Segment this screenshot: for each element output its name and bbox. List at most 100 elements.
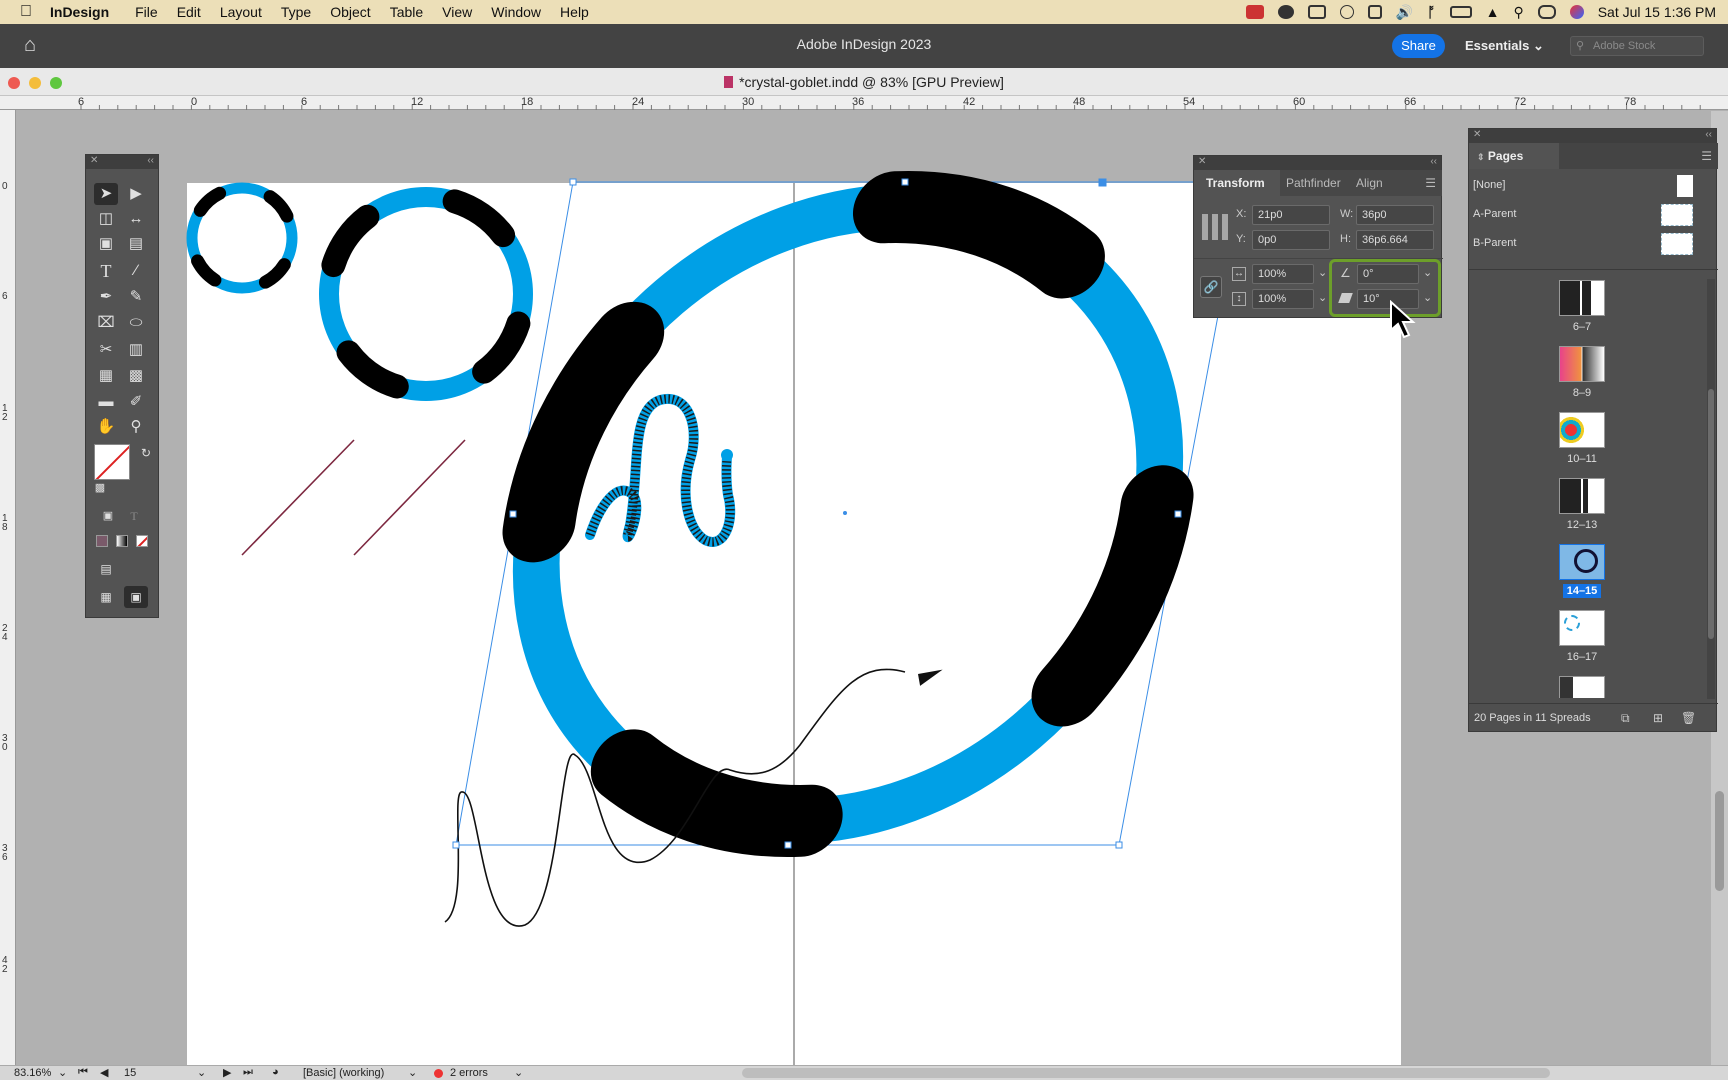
spread-16-17[interactable]: 16–17 [1469,610,1695,663]
parent-row[interactable]: [None] [1469,173,1718,201]
display-icon[interactable] [1307,5,1326,19]
formatting-text-icon[interactable]: T [122,505,146,527]
chevron-down-icon[interactable]: ⌄ [1318,291,1327,304]
content-collector-icon[interactable]: ▣ [94,233,118,255]
workspace-switcher[interactable]: Essentials ⌄ [1465,38,1544,54]
parent-row[interactable]: A-Parent [1469,202,1718,230]
transform-panel-header[interactable]: ✕ ‹‹ [1194,156,1441,170]
pages-panel-header[interactable]: ✕ ‹‹ [1469,129,1716,143]
menu-type[interactable]: Type [281,4,311,20]
menu-view[interactable]: View [442,4,472,20]
vertical-ruler[interactable]: 0 6 1 2 1 8 2 4 3 0 3 6 4 2 [0,110,16,1066]
screen-mode-icon[interactable]: ▤ [94,558,118,580]
panel-menu-icon[interactable]: ☰ [1402,170,1442,196]
spread-6-7[interactable]: 6–7 [1469,280,1695,333]
gradient-swatch-tool-icon[interactable]: ▦ [94,365,118,387]
next-page-icon[interactable]: ▶ [223,1066,231,1079]
apply-color-button[interactable] [96,535,108,547]
page-size-icon[interactable]: ⧉ [1621,711,1630,726]
last-page-icon[interactable]: ⏭ [243,1066,253,1079]
menu-window[interactable]: Window [491,4,541,20]
preflight-profile[interactable]: [Basic] (working) [303,1067,384,1079]
chevron-down-icon[interactable]: ⌄ [514,1066,523,1079]
siri-icon[interactable] [1569,5,1584,19]
pen-tool-icon[interactable]: ✒ [94,286,118,308]
search-icon[interactable]: ⚲ [1513,4,1523,21]
datetime[interactable]: Sat Jul 15 1:36 PM [1598,4,1716,20]
tab-pathfinder[interactable]: Pathfinder [1280,170,1350,196]
close-icon[interactable]: ✕ [1198,156,1206,167]
share-button[interactable]: Share [1392,34,1445,58]
scale-y-field[interactable]: 100% [1252,289,1314,309]
chevron-down-icon[interactable]: ⌄ [408,1066,417,1079]
horizontal-scrollbar[interactable] [742,1068,1550,1078]
tools-panel-header[interactable]: ✕ ‹‹ [86,155,158,169]
hand-tool-icon[interactable]: ✋ [94,416,118,438]
type-tool-icon[interactable]: T [94,260,118,282]
formatting-container-icon[interactable]: ▣ [96,505,120,527]
chevron-down-icon[interactable]: ⌄ [197,1066,206,1079]
calendar-icon[interactable] [1367,5,1382,19]
tab-align[interactable]: Align [1350,170,1402,196]
w-field[interactable]: 36p0 [1356,205,1434,225]
swap-fill-stroke-icon[interactable]: ↻ [134,442,158,464]
content-placer-icon[interactable]: ▤ [124,233,148,255]
volume-icon[interactable]: 🔊 [1396,4,1413,21]
menu-file[interactable]: File [135,4,158,20]
spread-8-9[interactable]: 8–9 [1469,346,1695,399]
spread-12-13[interactable]: 12–13 [1469,478,1695,531]
direct-selection-tool-icon[interactable]: ▶ [124,183,148,205]
scale-x-field[interactable]: 100% [1252,264,1314,284]
spread-10-11[interactable]: 10–11 [1469,412,1695,465]
tab-transform[interactable]: Transform [1194,170,1280,196]
chevron-down-icon[interactable]: ⌄ [1423,291,1432,304]
prev-page-icon[interactable]: ◀ [100,1066,108,1079]
gap-tool-icon[interactable]: ↔ [124,208,148,230]
y-field[interactable]: 0p0 [1252,230,1330,250]
preview-mode-icon[interactable]: ▦ [94,586,118,608]
collapse-icon[interactable]: ‹‹ [1705,129,1712,140]
menu-table[interactable]: Table [390,4,423,20]
creative-cloud-icon[interactable] [1277,5,1294,19]
fill-swatch[interactable] [94,444,130,480]
collapse-icon[interactable]: ‹‹ [147,155,154,166]
scroll-thumb[interactable] [1708,389,1714,639]
zoom-level[interactable]: 83.16% [14,1067,51,1079]
reference-point-icon[interactable] [1202,214,1228,240]
battery-icon[interactable] [1449,6,1472,18]
x-field[interactable]: 21p0 [1252,205,1330,225]
zoom-tool-icon[interactable]: ⚲ [124,416,148,438]
close-icon[interactable]: ✕ [90,155,98,166]
preflight-profile-icon[interactable]: ◕ [272,1066,279,1078]
ellipse-tool-icon[interactable]: ⬭ [124,312,148,334]
panel-menu-icon[interactable]: ☰ [1559,143,1718,169]
menu-layout[interactable]: Layout [220,4,262,20]
selection-tool-icon[interactable]: ➤ [94,183,118,205]
preflight-errors[interactable]: 2 errors [450,1067,488,1079]
view-mode-icon[interactable]: ▣ [124,586,148,608]
close-icon[interactable]: ✕ [1473,129,1481,140]
adobe-stock-search[interactable]: ⚲ Adobe Stock [1570,36,1704,56]
line-tool-icon[interactable]: ∕ [124,260,148,282]
wifi-icon[interactable]: ▲ [1486,4,1500,20]
new-page-icon[interactable]: ⊞ [1653,711,1663,725]
constrain-proportions-icon[interactable]: 🔗 [1200,276,1222,298]
eyedropper-tool-icon[interactable]: ✐ [124,391,148,413]
spread-14-15[interactable]: 14–15 [1469,544,1695,598]
first-page-icon[interactable]: ⏮ [78,1066,88,1079]
h-field[interactable]: 36p6.664 [1356,230,1434,250]
pages-scrollbar[interactable] [1707,279,1715,699]
free-transform-tool-icon[interactable]: ▥ [124,339,148,361]
scissors-tool-icon[interactable]: ✂ [94,339,118,361]
menu-help[interactable]: Help [560,4,589,20]
menu-edit[interactable]: Edit [177,4,201,20]
app-menu[interactable]: InDesign [50,4,109,20]
apply-gradient-button[interactable] [116,535,128,547]
dollar-icon[interactable] [1339,5,1354,19]
horizontal-ruler[interactable]: 6 0 6 12 18 24 30 36 42 48 54 60 66 72 7… [0,96,1728,110]
parent-row[interactable]: B-Parent [1469,231,1718,259]
rotation-field[interactable]: 0° [1357,264,1419,284]
chevron-down-icon[interactable]: ⌄ [58,1066,67,1079]
pages-tab[interactable]: ⇕ Pages [1469,143,1559,169]
page-tool-icon[interactable]: ◫ [94,208,118,230]
